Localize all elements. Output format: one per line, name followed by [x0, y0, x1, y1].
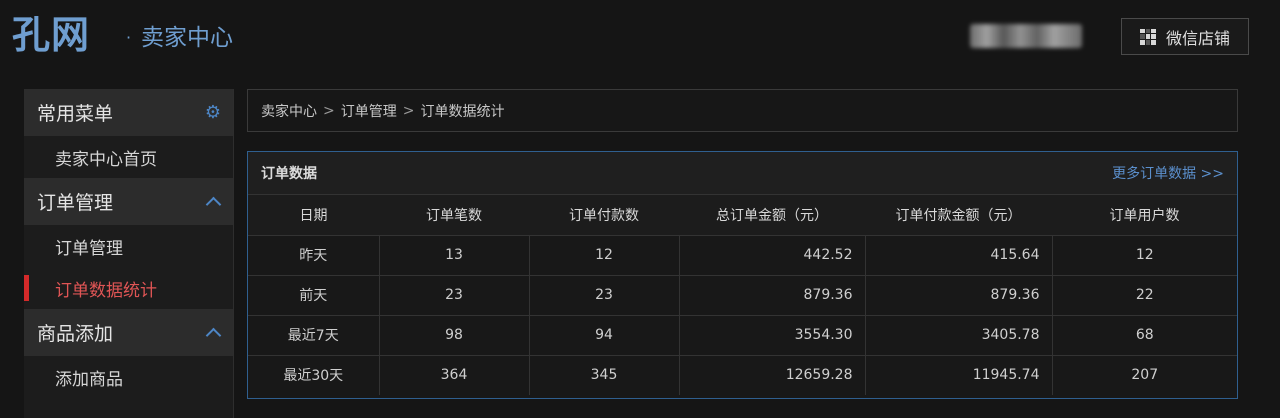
table-cell-date: 最近7天: [248, 314, 379, 355]
table-cell: 415.64: [864, 234, 1052, 275]
sidebar-section-title: 商品添加: [37, 323, 114, 345]
table-cell: 68: [1051, 314, 1237, 355]
breadcrumb-separator: >: [323, 102, 335, 119]
table-row: 昨天 13 12 442.52 415.64 12: [248, 234, 1237, 275]
breadcrumb-order-management[interactable]: 订单管理: [341, 101, 397, 121]
table-cell: 3554.30: [678, 314, 865, 355]
sidebar-section-title: 常用菜单: [37, 103, 114, 125]
table-cell: 345: [528, 354, 679, 395]
chevron-up-icon[interactable]: [205, 196, 222, 213]
username-blurred[interactable]: [970, 24, 1082, 48]
order-data-panel: 订单数据 更多订单数据 >> 日期 订单笔数 订单付款数 总订单金额（元） 订单…: [247, 151, 1238, 399]
panel-header: 订单数据 更多订单数据 >>: [248, 152, 1237, 195]
table-row: 前天 23 23 879.36 879.36 22: [248, 274, 1237, 315]
sidebar-item-add-product[interactable]: 添加商品: [24, 356, 233, 398]
qr-code-icon: [1139, 28, 1156, 45]
wechat-shop-button[interactable]: 微信店铺: [1121, 18, 1249, 55]
seller-center-title: 卖家中心: [141, 25, 233, 51]
column-header: 订单用户数: [1052, 195, 1237, 235]
table-cell: 3405.78: [864, 314, 1052, 355]
table-cell: 12: [528, 234, 679, 275]
table-cell-date: 最近30天: [248, 354, 379, 395]
column-header: 总订单金额（元）: [679, 195, 865, 235]
table-cell: 94: [528, 314, 679, 355]
table-cell-date: 昨天: [248, 234, 379, 275]
panel-title: 订单数据: [261, 166, 317, 182]
gear-icon[interactable]: ⚙: [205, 102, 221, 123]
table-cell: 364: [378, 354, 529, 395]
table-row: 最近7天 98 94 3554.30 3405.78 68: [248, 314, 1237, 355]
table-cell: 12: [1051, 234, 1237, 275]
column-header: 订单付款金额（元）: [865, 195, 1052, 235]
table-cell: 23: [528, 274, 679, 315]
column-header: 订单笔数: [379, 195, 529, 235]
wechat-shop-label: 微信店铺: [1165, 28, 1230, 48]
chevron-up-icon[interactable]: [205, 327, 222, 344]
table-cell: 879.36: [864, 274, 1052, 315]
logo-separator-dot: ·: [126, 28, 132, 47]
table-cell: 98: [378, 314, 529, 355]
sidebar-section-title: 订单管理: [37, 192, 114, 214]
sidebar: 常用菜单 ⚙ 卖家中心首页 订单管理 订单管理 订单数据统计 商品添加 添加商品: [24, 89, 234, 418]
column-header: 订单付款数: [529, 195, 679, 235]
sidebar-section-order-management[interactable]: 订单管理: [24, 178, 233, 225]
table-cell: 13: [378, 234, 529, 275]
table-cell: 442.52: [678, 234, 865, 275]
table-cell: 11945.74: [864, 354, 1052, 395]
more-order-data-link[interactable]: 更多订单数据 >>: [1112, 163, 1224, 183]
table-cell: 23: [378, 274, 529, 315]
breadcrumb: 卖家中心 > 订单管理 > 订单数据统计: [247, 89, 1238, 132]
sidebar-item-seller-home[interactable]: 卖家中心首页: [24, 136, 233, 178]
sidebar-item-order-management[interactable]: 订单管理: [24, 225, 233, 267]
breadcrumb-seller-center[interactable]: 卖家中心: [261, 101, 317, 121]
order-data-table: 日期 订单笔数 订单付款数 总订单金额（元） 订单付款金额（元） 订单用户数 昨…: [248, 195, 1237, 395]
table-cell: 22: [1051, 274, 1237, 315]
sidebar-section-common-menu[interactable]: 常用菜单 ⚙: [24, 89, 233, 136]
table-cell: 12659.28: [678, 354, 865, 395]
sidebar-section-add-product[interactable]: 商品添加: [24, 309, 233, 356]
sidebar-item-order-statistics[interactable]: 订单数据统计: [24, 267, 233, 309]
table-cell: 879.36: [678, 274, 865, 315]
breadcrumb-current: 订单数据统计: [420, 103, 505, 120]
table-row: 最近30天 364 345 12659.28 11945.74 207: [248, 354, 1237, 395]
column-header: 日期: [248, 195, 379, 235]
table-cell-date: 前天: [248, 274, 379, 315]
table-header-row: 日期 订单笔数 订单付款数 总订单金额（元） 订单付款金额（元） 订单用户数: [248, 195, 1237, 235]
breadcrumb-separator: >: [402, 102, 415, 119]
site-logo[interactable]: 孔网: [12, 10, 90, 60]
table-cell: 207: [1051, 354, 1237, 395]
